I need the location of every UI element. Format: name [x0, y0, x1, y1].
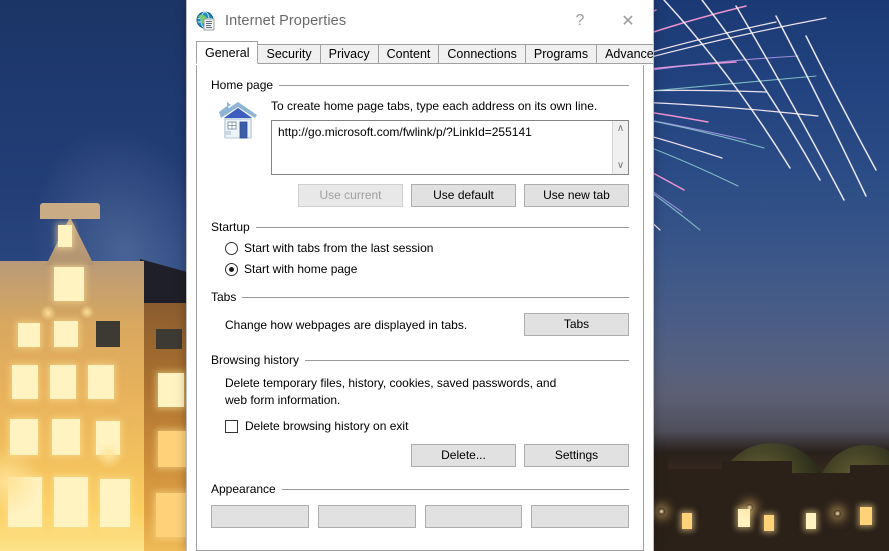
- startup-group-label: Startup: [211, 220, 250, 234]
- appearance-button-1[interactable]: [317, 505, 416, 528]
- home-page-group-label: Home page: [211, 78, 274, 92]
- appearance-group: Appearance: [211, 482, 629, 496]
- house-icon: [215, 98, 261, 144]
- home-page-group-header: Home page: [211, 78, 629, 92]
- close-button[interactable]: ✕: [603, 0, 653, 42]
- home-page-address-field[interactable]: http://go.microsoft.com/fwlink/p/?LinkId…: [271, 120, 629, 175]
- internet-properties-dialog: Internet Properties ? ✕ General Security P…: [186, 0, 654, 551]
- scroll-down-icon[interactable]: ∨: [617, 161, 624, 171]
- tab-programs[interactable]: Programs: [524, 44, 598, 64]
- delete-on-exit-label: Delete browsing history on exit: [245, 419, 409, 433]
- dialog-titlebar: Internet Properties ? ✕: [187, 0, 653, 42]
- startup-radio-1[interactable]: [225, 262, 238, 276]
- home-page-buttons: Use current Use default Use new tab: [271, 184, 629, 207]
- startup-option-label-0: Start with tabs from the last session: [244, 241, 434, 255]
- home-page-address-value[interactable]: http://go.microsoft.com/fwlink/p/?LinkId…: [272, 121, 612, 174]
- startup-group-header: Startup: [211, 220, 629, 234]
- startup-option-label-1: Start with home page: [244, 262, 358, 276]
- tab-advanced[interactable]: Advanced: [596, 44, 653, 64]
- internet-properties-icon: [196, 11, 216, 31]
- tab-content[interactable]: Content: [377, 44, 440, 64]
- tab-general[interactable]: General: [196, 41, 259, 64]
- tabs-group-label: Tabs: [211, 290, 237, 304]
- startup-radio-0[interactable]: [225, 241, 238, 255]
- tabs-description: Change how webpages are displayed in tab…: [225, 317, 468, 332]
- home-page-note: To create home page tabs, type each addr…: [271, 99, 598, 113]
- group-rule: [305, 359, 629, 361]
- scroll-up-icon[interactable]: ∧: [617, 124, 624, 134]
- dialog-title: Internet Properties: [225, 13, 347, 29]
- home-page-row: To create home page tabs, type each addr…: [211, 98, 629, 207]
- home-page-right: To create home page tabs, type each addr…: [271, 98, 629, 207]
- browsing-history-group-header: Browsing history: [211, 353, 629, 367]
- tab-connections[interactable]: Connections: [438, 44, 526, 64]
- browsing-history-buttons: Delete... Settings: [211, 444, 629, 467]
- browsing-history-description: Delete temporary files, history, cookies…: [225, 376, 557, 407]
- tab-privacy[interactable]: Privacy: [319, 44, 379, 64]
- use-default-button[interactable]: Use default: [411, 184, 516, 207]
- appearance-button-2[interactable]: [424, 505, 523, 528]
- home-page-scrollbar[interactable]: ∧ ∨: [612, 121, 628, 174]
- tabs-group-header: Tabs: [211, 290, 629, 304]
- delete-button[interactable]: Delete...: [411, 444, 516, 467]
- appearance-button-3[interactable]: [531, 505, 629, 528]
- browsing-history-group-label: Browsing history: [211, 353, 300, 367]
- delete-on-exit-checkbox[interactable]: [225, 419, 238, 433]
- delete-on-exit-row[interactable]: Delete browsing history on exit: [225, 419, 629, 433]
- settings-button[interactable]: Settings: [524, 444, 629, 467]
- startup-options: Start with tabs from the last session Sta…: [211, 241, 629, 276]
- use-new-tab-button[interactable]: Use new tab: [524, 184, 629, 207]
- tab-strip: General Security Privacy Content Connections…: [196, 41, 653, 64]
- appearance-buttons: [211, 505, 629, 528]
- group-rule: [279, 84, 629, 86]
- titlebar-buttons: ? ✕: [557, 0, 653, 42]
- group-rule: [281, 488, 629, 490]
- use-current-button: Use current: [298, 184, 403, 207]
- appearance-button-0[interactable]: [211, 505, 309, 528]
- startup-group: Startup Start with tabs from the last se…: [211, 220, 629, 276]
- tabs-group: Tabs Change how webpages are displayed i…: [211, 290, 629, 336]
- appearance-group-label: Appearance: [211, 482, 276, 496]
- tab-page-general: Home page To create home page tabs, type…: [196, 65, 644, 551]
- tabs-row: Change how webpages are displayed in tab…: [211, 313, 629, 336]
- help-button[interactable]: ?: [557, 0, 603, 42]
- startup-option-1[interactable]: Start with home page: [225, 262, 629, 276]
- tabs-button[interactable]: Tabs: [524, 313, 629, 336]
- browsing-history-group: Browsing history Delete temporary files,…: [211, 353, 629, 467]
- startup-option-0[interactable]: Start with tabs from the last session: [225, 241, 629, 255]
- tab-security[interactable]: Security: [257, 44, 321, 64]
- home-page-group: Home page To create home page tabs, type…: [211, 78, 629, 207]
- appearance-group-header: Appearance: [211, 482, 629, 496]
- group-rule: [255, 226, 629, 228]
- group-rule: [242, 296, 629, 298]
